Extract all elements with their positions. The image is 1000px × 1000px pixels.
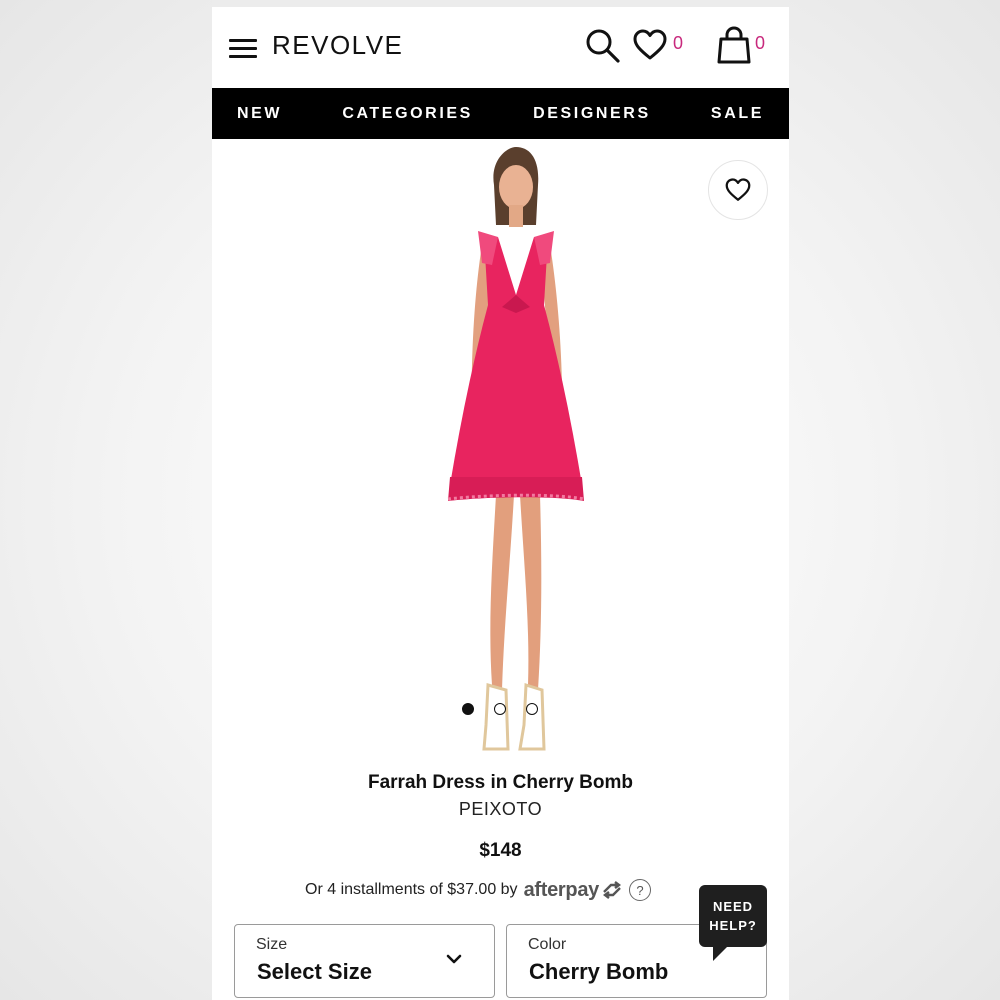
need-help-line1: NEED (712, 899, 754, 914)
chevron-down-icon (446, 954, 462, 964)
product-brand-link[interactable]: PEIXOTO (212, 799, 789, 820)
gallery-dot[interactable] (526, 703, 538, 715)
product-price: $148 (479, 840, 522, 861)
top-divider (212, 0, 789, 7)
nav-item-categories[interactable]: CATEGORIES (342, 105, 473, 123)
site-header: REVOLVE 0 0 (212, 7, 789, 88)
gallery-dot[interactable] (462, 703, 474, 715)
need-help-line2: HELP? (709, 918, 757, 933)
main-nav: NEW CATEGORIES DESIGNERS SALE (212, 88, 789, 139)
nav-item-new[interactable]: NEW (237, 105, 282, 123)
afterpay-info-icon[interactable]: ? (628, 879, 651, 901)
product-photo (447, 147, 585, 751)
bag-count: 0 (755, 33, 766, 53)
afterpay-logo: afterpay (523, 878, 600, 901)
wishlist-count: 0 (673, 33, 684, 53)
installments-text: Or 4 installments of $37.00 by (305, 881, 518, 898)
site-logo[interactable]: REVOLVE (272, 30, 403, 61)
gallery-dot[interactable] (494, 703, 506, 715)
heart-icon (725, 178, 751, 201)
heart-icon[interactable] (633, 29, 667, 61)
afterpay-arrows-icon (602, 881, 621, 899)
nav-item-sale[interactable]: SALE (711, 105, 764, 123)
mobile-page: REVOLVE 0 0 NEW CATEGORIES DESIGNERS SAL… (212, 0, 789, 1000)
need-help-chat-button[interactable]: NEED HELP? (699, 885, 767, 961)
search-icon[interactable] (585, 28, 621, 64)
size-value: Select Size (257, 959, 372, 984)
product-title: Farrah Dress in Cherry Bomb (367, 772, 634, 793)
afterpay-installments: Or 4 installments of $37.00 by afterpay … (305, 878, 651, 902)
size-label: Size (256, 936, 288, 953)
size-select[interactable]: Size Select Size (234, 924, 495, 998)
product-image-gallery[interactable] (212, 139, 789, 759)
add-to-wishlist-button[interactable] (708, 160, 768, 220)
color-label: Color (528, 936, 567, 953)
menu-icon[interactable] (229, 39, 257, 59)
nav-item-designers[interactable]: DESIGNERS (533, 105, 651, 123)
gallery-pagination (462, 703, 542, 717)
shopping-bag-icon[interactable] (717, 26, 751, 64)
color-value: Cherry Bomb (529, 959, 669, 984)
